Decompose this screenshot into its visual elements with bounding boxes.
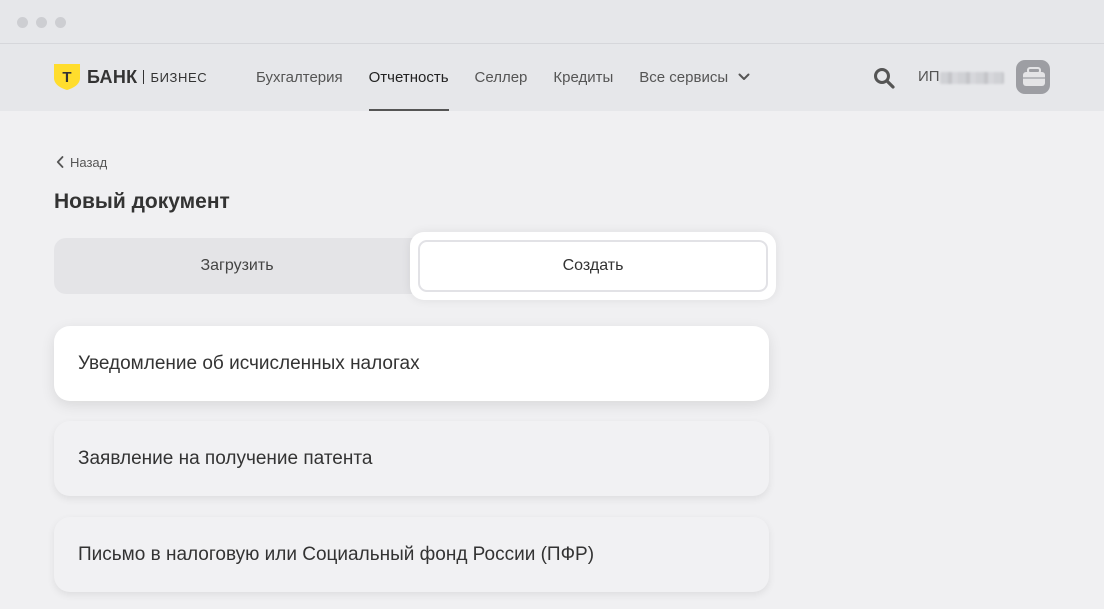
briefcase-icon [1023, 67, 1045, 86]
window-close-button[interactable] [17, 17, 28, 28]
nav-item-all-services[interactable]: Все сервисы [639, 44, 750, 111]
back-link-label: Назад [70, 154, 108, 170]
logo-sub-text: БИЗНЕС [150, 69, 208, 85]
main-nav: Бухгалтерия Отчетность Селлер Кредиты Вс… [256, 44, 776, 111]
avatar[interactable] [1016, 60, 1050, 94]
nav-item-accounting[interactable]: Бухгалтерия [256, 44, 343, 111]
bank-logo[interactable]: Т БАНК БИЗНЕС [53, 63, 207, 91]
document-option-patent-application[interactable]: Заявление на получение патента [54, 421, 769, 496]
nav-item-credits[interactable]: Кредиты [553, 44, 613, 111]
window-minimize-button[interactable] [36, 17, 47, 28]
nav-item-label: Все сервисы [639, 69, 729, 86]
shield-logo-icon: Т [54, 64, 80, 90]
chevron-left-icon [56, 156, 64, 168]
page-title: Новый документ [54, 190, 230, 213]
search-icon[interactable] [872, 66, 896, 90]
create-tab-label: Создать [418, 240, 768, 292]
nav-item-seller[interactable]: Селлер [475, 44, 528, 111]
window-maximize-button[interactable] [55, 17, 66, 28]
account-type-label[interactable]: ИП [918, 68, 940, 85]
window-titlebar [0, 0, 1104, 44]
logo-divider [143, 70, 145, 84]
nav-item-label: Селлер [474, 69, 528, 86]
nav-item-label: Кредиты [553, 69, 614, 86]
back-link[interactable]: Назад [56, 153, 107, 171]
document-option-letter-tax-office[interactable]: Письмо в налоговую или Социальный фонд Р… [54, 517, 769, 592]
nav-item-label: Отчетность [368, 69, 449, 86]
account-name-redacted [940, 72, 1004, 84]
logo-letter: Т [62, 69, 71, 86]
create-tab[interactable]: Создать [410, 232, 776, 300]
top-header: Т БАНК БИЗНЕС Бухгалтерия Отчетность Сел… [0, 44, 1104, 111]
document-option-tax-notice[interactable]: Уведомление об исчисленных налогах [54, 326, 769, 401]
chevron-down-icon [738, 73, 750, 80]
upload-tab[interactable]: Загрузить [54, 238, 420, 294]
nav-item-reporting[interactable]: Отчетность [368, 44, 449, 111]
logo-brand-text: БАНК [87, 66, 138, 87]
nav-item-label: Бухгалтерия [256, 69, 343, 86]
